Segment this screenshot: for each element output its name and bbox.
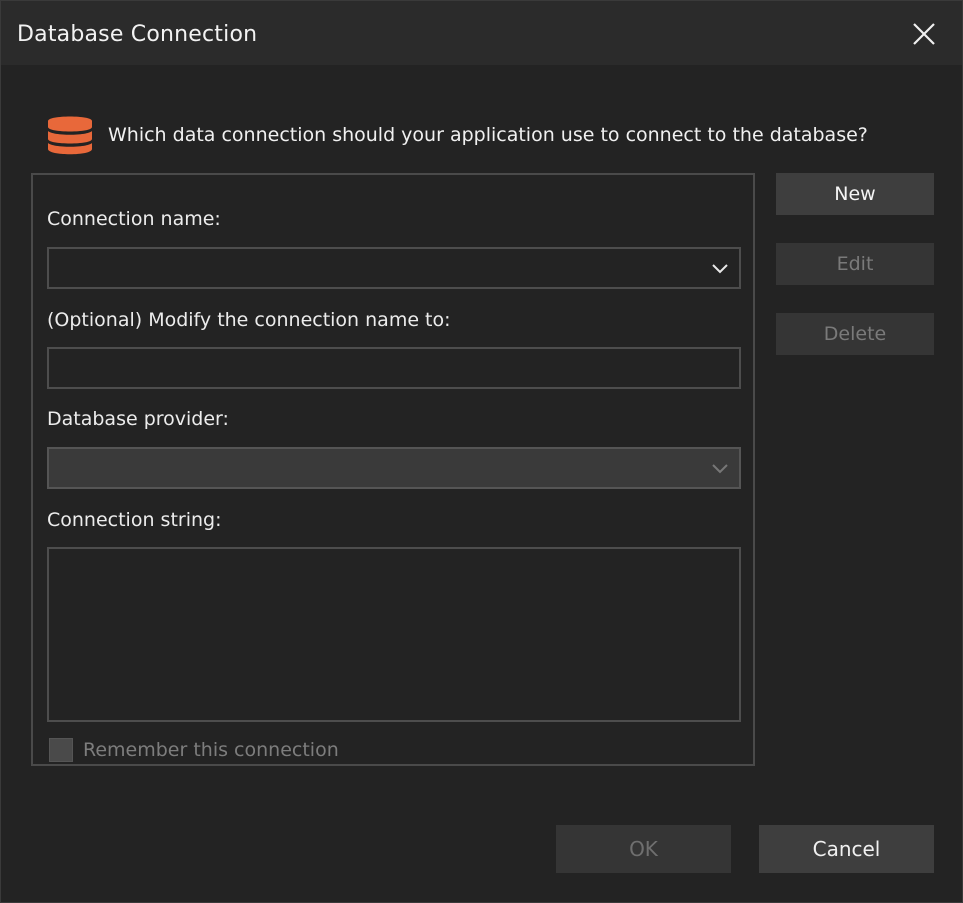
new-button[interactable]: New <box>776 173 934 215</box>
connection-string-label: Connection string: <box>47 509 222 531</box>
chevron-down-icon <box>712 464 728 474</box>
edit-button[interactable]: Edit <box>776 243 934 285</box>
provider-combobox[interactable] <box>47 447 741 489</box>
connection-string-textarea[interactable] <box>47 547 741 722</box>
delete-button[interactable]: Delete <box>776 313 934 355</box>
ok-button[interactable]: OK <box>556 825 731 873</box>
database-icon <box>48 116 92 155</box>
cancel-button[interactable]: Cancel <box>759 825 934 873</box>
remember-label: Remember this connection <box>83 739 339 761</box>
connection-name-label: Connection name: <box>47 208 221 230</box>
close-icon <box>913 23 935 45</box>
modify-name-input[interactable] <box>47 347 741 389</box>
question-text: Which data connection should your applic… <box>108 124 868 146</box>
modify-name-label: (Optional) Modify the connection name to… <box>47 309 451 331</box>
remember-checkbox[interactable] <box>49 738 73 762</box>
connection-name-combobox[interactable] <box>47 247 741 289</box>
database-connection-dialog: Database Connection Which data connectio… <box>0 0 963 903</box>
close-button[interactable] <box>905 15 943 53</box>
provider-label: Database provider: <box>47 408 229 430</box>
chevron-down-icon <box>712 264 728 274</box>
title-bar: Database Connection <box>1 1 962 65</box>
window-title: Database Connection <box>17 22 258 47</box>
